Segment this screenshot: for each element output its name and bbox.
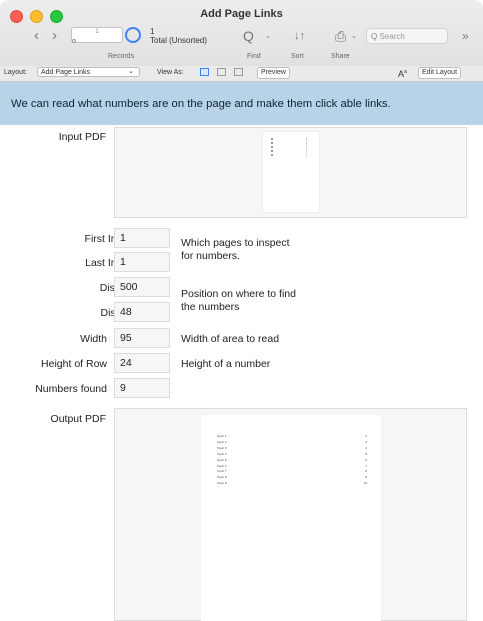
thumbnail-number-column xyxy=(306,138,308,156)
output-pdf-row[interactable]: Topic 8 9 xyxy=(217,475,367,480)
edit-layout-button[interactable]: Edit Layout xyxy=(418,67,462,79)
width-label: Width xyxy=(80,333,107,345)
layout-select-value: Add Page Links xyxy=(41,69,91,76)
row-topic: Topic 4 xyxy=(217,451,227,456)
preview-button[interactable]: Preview xyxy=(257,67,290,79)
find-label: Find xyxy=(247,53,261,60)
row-page-number[interactable]: 7 xyxy=(365,464,367,469)
form-view-icon[interactable] xyxy=(200,68,209,76)
row-topic: Topic 7 xyxy=(217,469,227,474)
row-topic: Topic 3 xyxy=(217,445,227,450)
row-topic: Topic 6 xyxy=(217,463,227,468)
first-index-page-field[interactable]: 1 xyxy=(114,228,170,248)
record-count: 1 Total (Unsorted) xyxy=(150,27,207,45)
layout-bar: Layout: Add Page Links ⌄ View As: Previe… xyxy=(0,66,483,82)
find-icon[interactable]: Q xyxy=(243,28,254,44)
output-pdf-row[interactable]: Topic 3 4 xyxy=(217,446,367,451)
record-number: 1 xyxy=(150,27,155,36)
share-icon[interactable]: ⎙ xyxy=(335,28,346,45)
layout-select-caret-icon: ⌄ xyxy=(128,68,134,75)
input-pdf-container[interactable] xyxy=(114,127,467,218)
filemaker-window: Add Page Links ‹ › 1 1 Total (Unsorted) … xyxy=(0,0,483,621)
row-page-number[interactable]: 6 xyxy=(365,458,367,463)
row-topic: Topic 5 xyxy=(217,457,227,462)
search-icon: Q xyxy=(371,32,378,41)
input-pdf-label: Input PDF xyxy=(58,131,106,143)
window-title: Add Page Links xyxy=(200,8,283,20)
row-topic: Topic 1 xyxy=(217,434,227,438)
records-label: Records xyxy=(108,53,135,60)
height-of-row-label: Height of Row xyxy=(41,358,107,370)
output-pdf-row[interactable]: Topic 1 2 xyxy=(217,434,367,439)
record-pie-icon xyxy=(125,27,141,43)
row-page-number[interactable]: 9 xyxy=(365,475,367,480)
numbers-found-label: Numbers found xyxy=(35,383,107,395)
share-label: Share xyxy=(331,53,350,60)
last-index-page-field[interactable]: 1 xyxy=(114,252,170,272)
layout-label: Layout: xyxy=(4,69,27,76)
row-topic: Topic 2 xyxy=(217,439,227,444)
output-pdf-row[interactable]: Topic 7 8 xyxy=(217,469,367,474)
sort-icon[interactable]: ↓↑ xyxy=(294,30,305,42)
info-banner: We can read what numbers are on the page… xyxy=(0,82,483,125)
sort-label: Sort xyxy=(291,53,304,60)
height-of-row-field[interactable]: 24 xyxy=(114,353,170,373)
row-page-number[interactable]: 2 xyxy=(365,434,367,439)
text-formatting-icon[interactable]: Aa xyxy=(398,67,407,79)
output-pdf-row[interactable]: Topic 5 6 xyxy=(217,458,367,463)
thumbnail-text-lines xyxy=(271,138,274,156)
distance-left-field[interactable]: 500 xyxy=(114,277,170,297)
output-pdf-row[interactable]: Topic 2 3 xyxy=(217,440,367,445)
row-topic: Topic 9 xyxy=(217,481,227,486)
output-pdf-row[interactable]: Topic 9 10 xyxy=(217,481,367,486)
toolbar-overflow-icon[interactable]: » xyxy=(462,29,469,43)
view-as-label: View As: xyxy=(157,69,184,76)
title-bar: Add Page Links ‹ › 1 1 Total (Unsorted) … xyxy=(0,0,483,67)
record-total-label: Total (Unsorted) xyxy=(150,36,207,45)
position-note: Position on where to find the numbers xyxy=(181,288,296,313)
list-view-icon[interactable] xyxy=(217,68,226,76)
row-page-number[interactable]: 3 xyxy=(365,440,367,445)
record-slider-value: 1 xyxy=(95,29,99,35)
text-formatting-sup: a xyxy=(404,69,407,75)
banner-text: We can read what numbers are on the page… xyxy=(11,98,391,110)
row-page-number[interactable]: 4 xyxy=(365,446,367,451)
output-pdf-row[interactable]: Topic 6 7 xyxy=(217,464,367,469)
output-pdf-page: Topic 1 2 Topic 2 3 Topic 3 4 Topic 4 5 Topic 5 6… xyxy=(201,415,381,621)
row-page-number[interactable]: 5 xyxy=(365,452,367,457)
height-note: Height of a number xyxy=(181,358,271,370)
output-pdf-label: Output PDF xyxy=(50,413,106,425)
row-page-number[interactable]: 10 xyxy=(364,481,367,486)
pages-note: Which pages to inspect for numbers. xyxy=(181,237,290,262)
distance-top-field[interactable]: 48 xyxy=(114,302,170,322)
width-field[interactable]: 95 xyxy=(114,328,170,348)
record-slider[interactable]: 1 xyxy=(71,27,123,43)
table-view-icon[interactable] xyxy=(234,68,243,76)
layout-select[interactable]: Add Page Links ⌄ xyxy=(37,67,140,77)
row-page-number[interactable]: 8 xyxy=(365,469,367,474)
input-pdf-page-thumbnail xyxy=(263,132,319,212)
next-record-icon[interactable]: › xyxy=(52,27,57,44)
output-pdf-container[interactable]: Topic 1 2 Topic 2 3 Topic 3 4 Topic 4 5 Topic 5 6… xyxy=(114,408,467,621)
search-field[interactable]: Q Search xyxy=(366,28,448,44)
numbers-found-field[interactable]: 9 xyxy=(114,378,170,398)
width-note: Width of area to read xyxy=(181,333,280,345)
previous-record-icon[interactable]: ‹ xyxy=(34,27,39,44)
search-placeholder: Search xyxy=(379,32,405,41)
share-caret-icon[interactable]: ⌄ xyxy=(351,32,357,40)
find-caret-icon[interactable]: ⌄ xyxy=(265,32,271,40)
row-topic: Topic 8 xyxy=(217,475,227,480)
output-pdf-row[interactable]: Topic 4 5 xyxy=(217,452,367,457)
